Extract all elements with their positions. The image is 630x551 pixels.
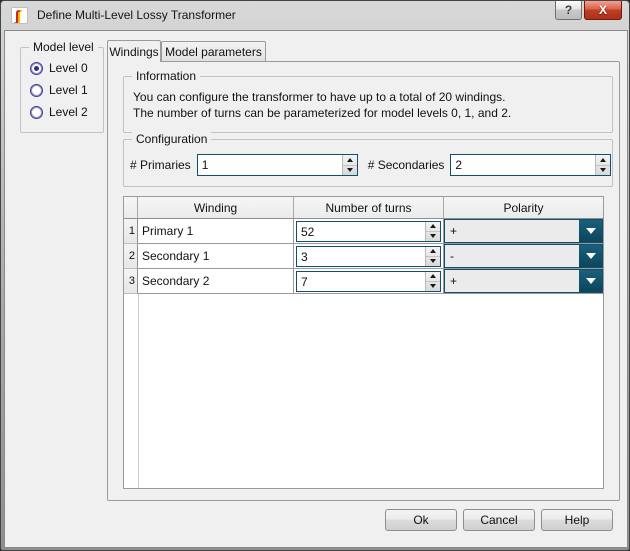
dialog-button-row: Ok Cancel Help <box>5 509 629 533</box>
table-empty-area <box>124 294 603 488</box>
information-text-line2: The number of turns can be parameterized… <box>133 106 511 120</box>
polarity-value: + <box>445 220 579 242</box>
secondaries-spinbox[interactable]: 2 <box>450 154 611 176</box>
turns-cell: 3 <box>294 244 444 269</box>
information-group: Information You can configure the transf… <box>123 76 613 133</box>
window-title: Define Multi-Level Lossy Transformer <box>37 8 236 22</box>
app-icon: ∫ ∫ <box>11 7 28 24</box>
table-row: 2 Secondary 1 3 - <box>124 244 603 269</box>
app-logo-icon: ∫ <box>15 8 19 24</box>
turns-value[interactable]: 3 <box>297 247 425 266</box>
configuration-group: Configuration # Primaries 1 # Secondarie… <box>123 139 613 187</box>
primaries-value[interactable]: 1 <box>198 155 342 175</box>
turns-spinbox[interactable]: 7 <box>296 271 441 292</box>
configuration-group-title: Configuration <box>132 132 211 146</box>
dialog-window: ∫ ∫ Define Multi-Level Lossy Transformer… <box>0 0 630 551</box>
turns-value[interactable]: 7 <box>297 272 425 291</box>
radio-level-0-label: Level 0 <box>49 61 88 75</box>
polarity-value: - <box>445 245 579 267</box>
turns-cell: 52 <box>294 219 444 244</box>
primaries-label: # Primaries <box>130 158 191 172</box>
close-button[interactable]: X <box>584 1 622 20</box>
spin-down-icon[interactable] <box>426 232 440 241</box>
close-icon: X <box>599 3 607 17</box>
table-corner-cell <box>124 197 138 219</box>
dropdown-button[interactable] <box>579 220 602 242</box>
spin-up-icon[interactable] <box>426 222 440 232</box>
chevron-down-icon <box>586 278 596 284</box>
titlebar-help-button[interactable]: ? <box>555 1 582 20</box>
turns-value[interactable]: 52 <box>297 222 425 241</box>
chevron-down-icon <box>586 228 596 234</box>
title-bar[interactable]: ∫ ∫ Define Multi-Level Lossy Transformer… <box>1 1 629 30</box>
information-text-line1: You can configure the transformer to hav… <box>133 90 505 104</box>
spin-down-icon[interactable] <box>426 257 440 266</box>
radio-level-0[interactable]: Level 0 <box>30 60 88 76</box>
row-number: 3 <box>124 269 138 294</box>
radio-button-icon[interactable] <box>30 62 43 75</box>
spin-up-icon[interactable] <box>343 155 357 166</box>
secondaries-label: # Secondaries <box>368 158 445 172</box>
ok-button[interactable]: Ok <box>385 509 457 531</box>
windings-tab-panel: Information You can configure the transf… <box>107 61 620 501</box>
dropdown-button[interactable] <box>579 245 602 267</box>
model-level-group: Model level Level 0 Level 1 Level 2 <box>20 47 104 133</box>
winding-name-cell[interactable]: Primary 1 <box>138 219 294 244</box>
radio-level-1-label: Level 1 <box>49 83 88 97</box>
polarity-dropdown[interactable]: + <box>444 219 603 243</box>
cancel-button[interactable]: Cancel <box>463 509 535 531</box>
spin-up-icon[interactable] <box>426 272 440 282</box>
spin-down-icon[interactable] <box>343 166 357 176</box>
polarity-cell: - <box>444 244 603 269</box>
radio-button-icon[interactable] <box>30 84 43 97</box>
polarity-dropdown[interactable]: - <box>444 244 603 268</box>
information-group-title: Information <box>132 69 200 83</box>
turns-cell: 7 <box>294 269 444 294</box>
row-number: 2 <box>124 244 138 269</box>
polarity-cell: + <box>444 269 603 294</box>
turns-spinbox[interactable]: 3 <box>296 246 441 267</box>
windings-table: Winding Number of turns Polarity 1 Prima… <box>123 196 604 489</box>
chevron-down-icon <box>586 253 596 259</box>
secondaries-value[interactable]: 2 <box>451 155 595 175</box>
spin-down-icon[interactable] <box>596 166 610 176</box>
row-number: 1 <box>124 219 138 244</box>
spin-up-icon[interactable] <box>426 247 440 257</box>
polarity-value: + <box>445 270 579 292</box>
question-icon: ? <box>565 3 572 17</box>
radio-button-icon[interactable] <box>30 106 43 119</box>
spin-down-icon[interactable] <box>426 282 440 291</box>
header-polarity: Polarity <box>444 197 603 219</box>
help-button[interactable]: Help <box>541 509 613 531</box>
winding-name-cell[interactable]: Secondary 2 <box>138 269 294 294</box>
tab-windings[interactable]: Windings <box>107 40 161 62</box>
radio-level-2-label: Level 2 <box>49 105 88 119</box>
polarity-cell: + <box>444 219 603 244</box>
radio-level-1[interactable]: Level 1 <box>30 82 88 98</box>
dialog-client-area: Model level Level 0 Level 1 Level 2 Wind… <box>4 30 628 548</box>
model-level-group-title: Model level <box>29 40 98 54</box>
dropdown-button[interactable] <box>579 270 602 292</box>
tab-model-parameters[interactable]: Model parameters <box>161 41 266 62</box>
spin-up-icon[interactable] <box>596 155 610 166</box>
table-row: 3 Secondary 2 7 + <box>124 269 603 294</box>
primaries-spinbox[interactable]: 1 <box>197 154 358 176</box>
radio-level-2[interactable]: Level 2 <box>30 104 88 120</box>
header-number-of-turns: Number of turns <box>294 197 444 219</box>
table-row: 1 Primary 1 52 + <box>124 219 603 244</box>
polarity-dropdown[interactable]: + <box>444 269 603 293</box>
table-header-row: Winding Number of turns Polarity <box>124 197 603 219</box>
header-winding: Winding <box>138 197 294 219</box>
winding-name-cell[interactable]: Secondary 1 <box>138 244 294 269</box>
turns-spinbox[interactable]: 52 <box>296 221 441 242</box>
